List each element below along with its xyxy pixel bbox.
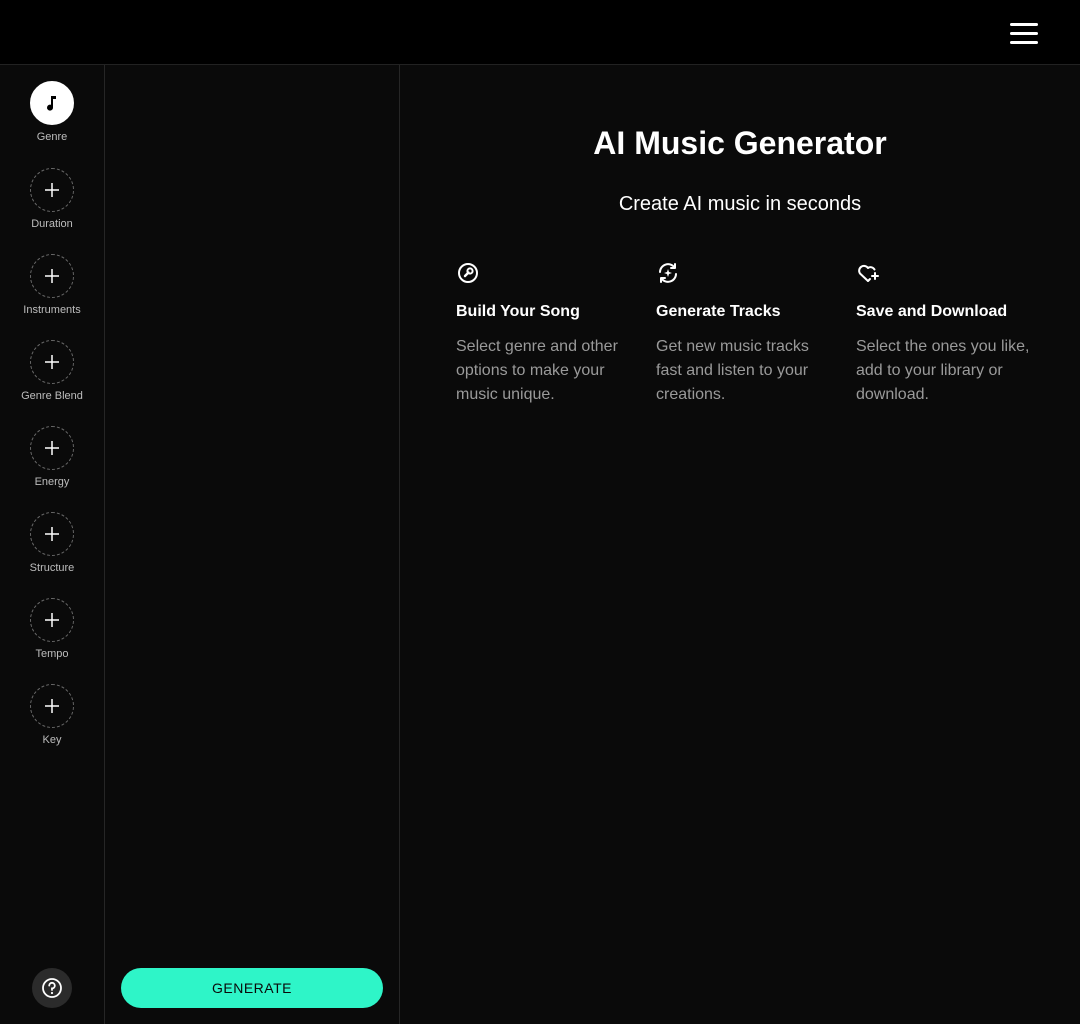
sidebar-item-label: Genre Blend xyxy=(21,390,83,402)
plus-icon xyxy=(30,254,74,298)
sidebar-item-label: Tempo xyxy=(35,648,69,660)
sidebar-item-label: Key xyxy=(42,734,62,746)
heart-plus-icon xyxy=(858,264,879,282)
music-note-icon xyxy=(30,81,74,125)
feature-title: Generate Tracks xyxy=(656,303,781,320)
feature-save-and-download: Save and Download Select the ones you li… xyxy=(856,261,1036,407)
plus-icon xyxy=(30,512,74,556)
plus-icon xyxy=(30,168,74,212)
feature-description: Select genre and other options to make y… xyxy=(456,338,618,403)
feature-description: Select the ones you like, add to your li… xyxy=(856,338,1030,403)
feature-generate-tracks: Generate Tracks Get new music tracks fas… xyxy=(656,261,836,407)
main-content: AI Music Generator Create AI music in se… xyxy=(400,65,1080,1024)
sidebar-item-label: Energy xyxy=(34,476,70,488)
sidebar-item-structure[interactable]: Structure xyxy=(0,512,104,592)
plus-icon xyxy=(30,426,74,470)
sidebar-item-label: Genre xyxy=(36,131,68,143)
page-title: AI Music Generator xyxy=(593,125,887,161)
hamburger-menu-icon[interactable] xyxy=(1008,18,1040,48)
sidebar-item-genre[interactable]: Genre xyxy=(0,81,104,161)
plus-icon xyxy=(30,684,74,728)
page-subtitle: Create AI music in seconds xyxy=(618,193,862,215)
sidebar-item-energy[interactable]: Energy xyxy=(0,426,104,506)
sidebar-item-tempo[interactable]: Tempo xyxy=(0,598,104,678)
sidebar-item-label: Duration xyxy=(31,218,73,230)
feature-build-your-song: Build Your Song Select genre and other o… xyxy=(456,261,636,407)
sidebar-item-instruments[interactable]: Instruments xyxy=(0,254,104,334)
feature-title: Save and Download xyxy=(856,303,1008,320)
sidebar-item-genre-blend[interactable]: Genre Blend xyxy=(0,340,104,420)
wrench-icon xyxy=(458,263,478,283)
question-mark-icon xyxy=(42,978,62,998)
sidebar-item-label: Instruments xyxy=(23,304,81,316)
plus-icon xyxy=(30,598,74,642)
generate-button[interactable]: GENERATE xyxy=(121,968,383,1008)
sidebar-item-duration[interactable]: Duration xyxy=(0,168,104,248)
feature-title: Build Your Song xyxy=(456,303,580,320)
sidebar-item-label: Structure xyxy=(29,562,75,574)
help-button[interactable] xyxy=(32,968,72,1008)
feature-description: Get new music tracks fast and listen to … xyxy=(656,338,809,403)
sidebar-item-key[interactable]: Key xyxy=(0,684,104,764)
plus-icon xyxy=(30,340,74,384)
sidebar: Genre Duration Instruments Genre Blend E… xyxy=(0,65,105,1024)
sparkle-refresh-icon xyxy=(659,263,677,283)
options-panel: GENERATE xyxy=(105,65,400,1024)
top-bar xyxy=(0,0,1080,65)
